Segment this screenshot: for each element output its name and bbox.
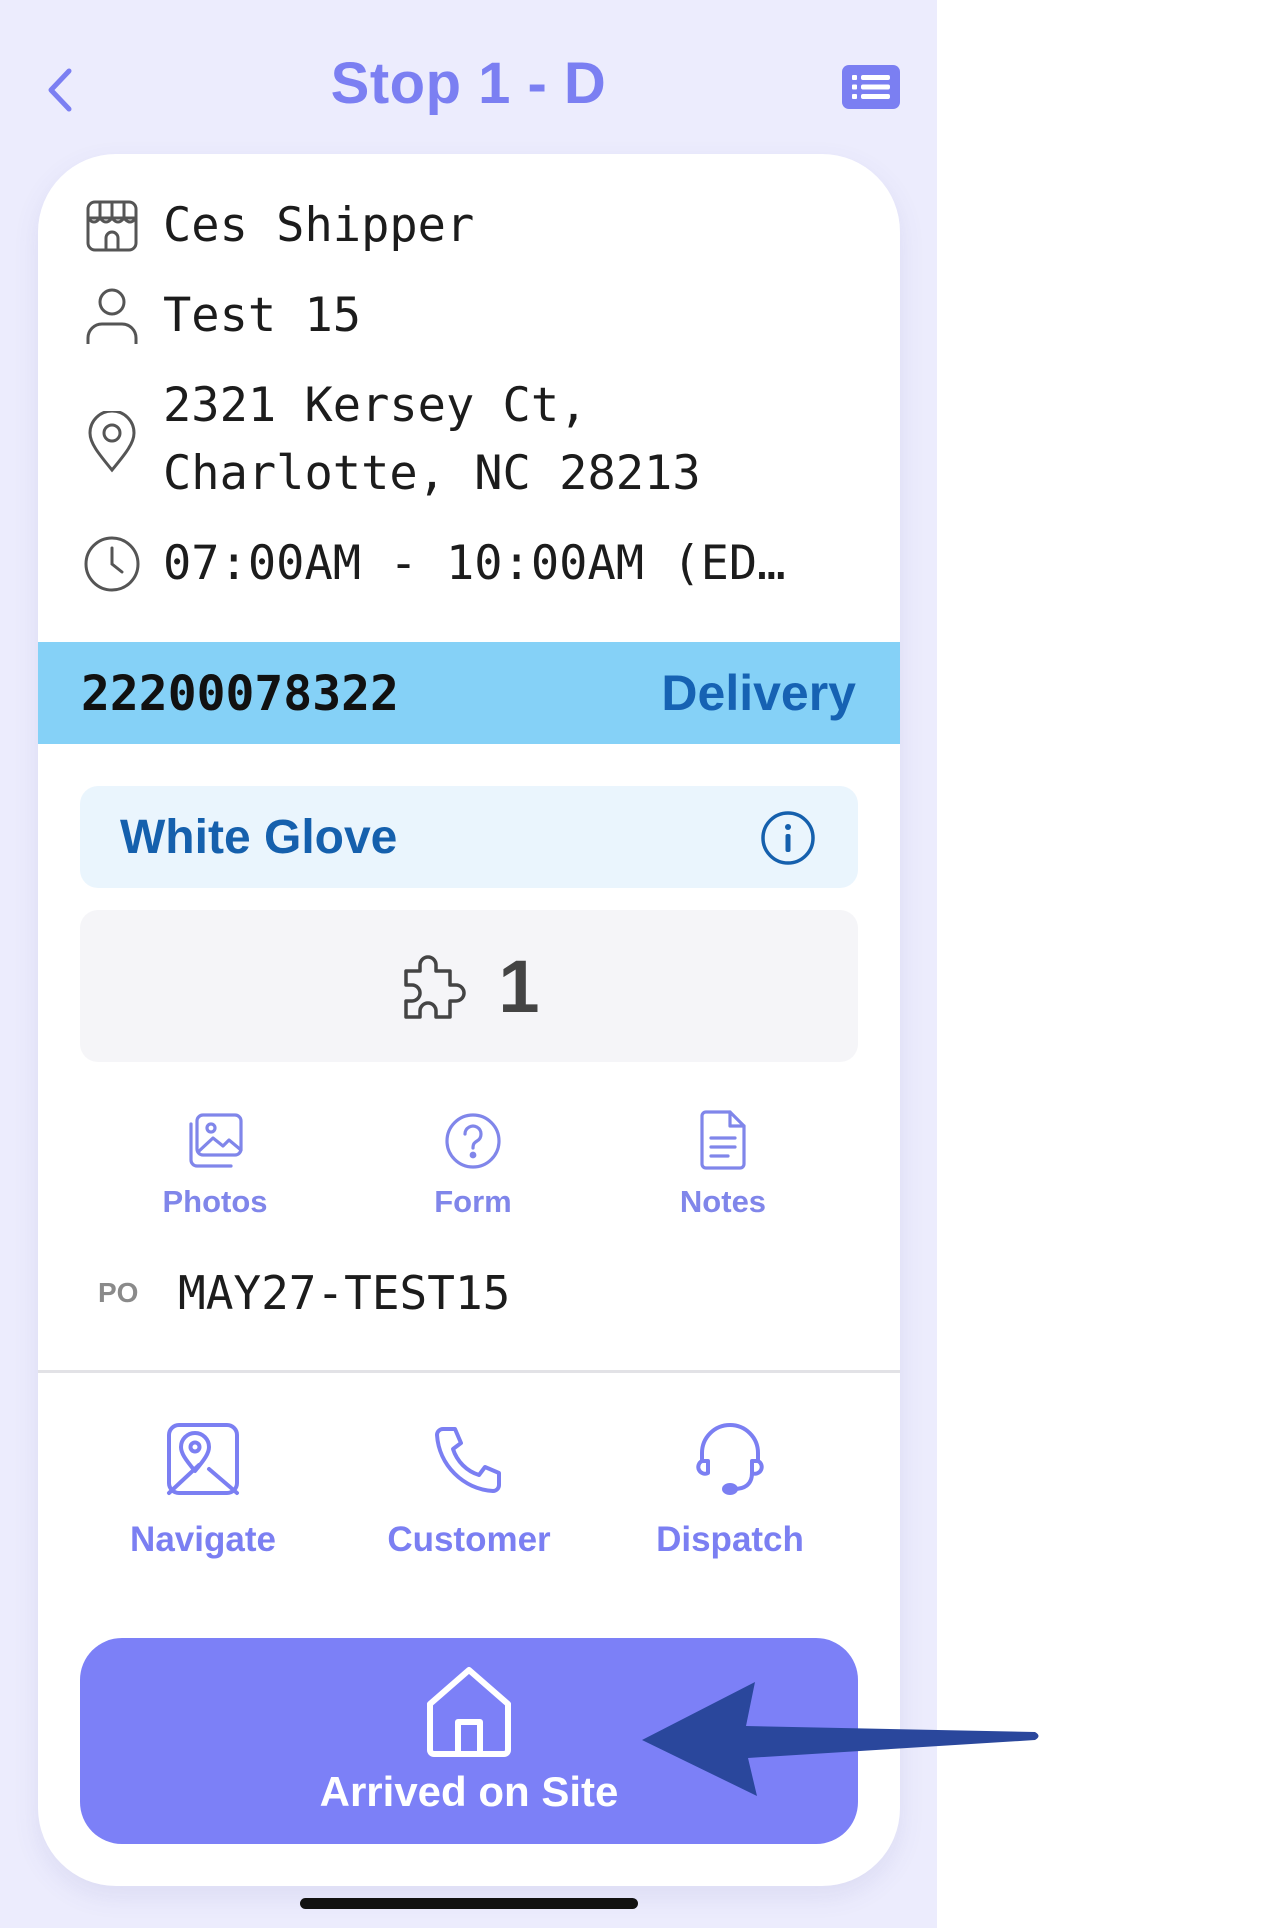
info-icon[interactable]	[760, 810, 816, 866]
page-title: Stop 1 - D	[330, 51, 607, 116]
dispatch-label: Dispatch	[656, 1520, 804, 1559]
location-pin-icon	[82, 411, 142, 473]
service-level-banner[interactable]: White Glove	[80, 786, 858, 888]
home-indicator	[300, 1898, 638, 1909]
contact-name: Test 15	[163, 288, 362, 343]
photos-label: Photos	[162, 1184, 268, 1219]
app-screen: Stop 1 - D Ces Shipper Test 15 2321 Kers…	[0, 0, 937, 1928]
navigate-button[interactable]: Navigate	[93, 1416, 313, 1560]
address-line-2: Charlotte, NC 28213	[163, 446, 701, 501]
dispatch-button[interactable]: Dispatch	[620, 1416, 840, 1560]
address-line-1: 2321 Kersey Ct,	[163, 378, 588, 433]
notes-label: Notes	[679, 1184, 767, 1219]
stop-detail-card: Ces Shipper Test 15 2321 Kersey Ct, Char…	[38, 154, 900, 1886]
customer-label: Customer	[387, 1520, 551, 1559]
piece-count: 1	[498, 944, 540, 1028]
order-type: Delivery	[661, 665, 856, 721]
puzzle-icon	[404, 955, 467, 1019]
quick-actions: Photos Form Notes	[38, 1104, 900, 1244]
customer-button[interactable]: Customer	[359, 1416, 579, 1560]
navigate-label: Navigate	[130, 1520, 276, 1559]
form-button[interactable]: Form	[373, 1104, 573, 1220]
time-window: 07:00AM - 10:00AM (ED…	[163, 536, 786, 591]
document-icon	[700, 1110, 746, 1170]
po-label: PO	[98, 1277, 139, 1308]
po-value: MAY27-TEST15	[178, 1266, 511, 1320]
question-icon	[445, 1113, 501, 1169]
piece-count-box[interactable]: 1	[80, 910, 858, 1062]
divider	[38, 1370, 900, 1373]
pointer-arrow-icon	[642, 1682, 1039, 1796]
order-bar: 22200078322 Delivery	[38, 642, 900, 744]
clock-icon	[82, 534, 142, 594]
home-icon	[427, 1667, 511, 1757]
po-row: PO MAY27-TEST15	[98, 1266, 510, 1320]
shipper-name: Ces Shipper	[163, 198, 475, 253]
headset-icon	[696, 1423, 764, 1495]
store-icon	[82, 196, 142, 256]
notes-button[interactable]: Notes	[623, 1104, 823, 1220]
header: Stop 1 - D	[0, 30, 937, 140]
order-number: 22200078322	[81, 666, 399, 722]
stop-list-button[interactable]	[838, 58, 904, 116]
form-label: Form	[434, 1184, 512, 1219]
list-icon	[842, 65, 900, 109]
person-icon	[82, 286, 142, 346]
map-icon	[167, 1423, 239, 1495]
phone-icon	[435, 1427, 501, 1493]
service-level-label: White Glove	[120, 811, 398, 864]
photos-button[interactable]: Photos	[115, 1104, 315, 1220]
photos-icon	[189, 1113, 243, 1168]
